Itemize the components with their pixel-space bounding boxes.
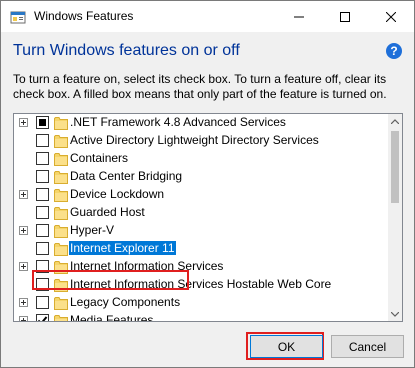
folder-icon [54,279,68,292]
folder-icon [54,315,68,321]
feature-label: Internet Explorer 11 [69,241,176,255]
help-icon[interactable]: ? [386,43,402,59]
feature-row[interactable]: .NET Framework 4.8 Advanced Services [14,114,387,132]
close-button[interactable] [368,1,414,32]
feature-label: Data Center Bridging [70,169,183,183]
cancel-button[interactable]: Cancel [331,335,404,358]
expand-icon[interactable] [19,298,28,307]
minimize-icon [294,16,304,17]
feature-label: Containers [70,151,129,165]
feature-row[interactable]: Containers [14,150,387,168]
feature-row[interactable]: Internet Information Services [14,258,387,276]
feature-row[interactable]: Internet Explorer 11 [14,240,387,258]
feature-row[interactable]: Legacy Components [14,294,387,312]
folder-icon [54,225,68,238]
feature-checkbox[interactable] [36,260,49,273]
feature-checkbox[interactable] [36,170,49,183]
feature-row[interactable]: Device Lockdown [14,186,387,204]
feature-label: Device Lockdown [70,187,165,201]
feature-checkbox[interactable] [36,116,49,129]
expand-icon[interactable] [19,118,28,127]
expand-icon[interactable] [19,226,28,235]
feature-checkbox[interactable] [36,188,49,201]
chevron-up-icon [391,118,399,124]
feature-row[interactable]: Hyper-V [14,222,387,240]
window-title: Windows Features [34,9,134,23]
feature-label: Internet Information Services [70,259,224,273]
dialog-content: Turn Windows features on or off ? To tur… [1,32,414,367]
minimize-button[interactable] [276,1,322,32]
ok-button[interactable]: OK [250,335,323,358]
feature-checkbox[interactable] [36,152,49,165]
maximize-icon [340,11,350,22]
feature-label: .NET Framework 4.8 Advanced Services [70,115,286,129]
folder-icon [54,117,68,130]
feature-row[interactable]: Guarded Host [14,204,387,222]
maximize-button[interactable] [322,1,368,32]
expand-icon[interactable] [19,190,28,199]
feature-checkbox[interactable] [36,134,49,147]
feature-row[interactable]: Active Directory Lightweight Directory S… [14,132,387,150]
folder-icon [54,153,68,166]
feature-label: Guarded Host [70,205,145,219]
expand-icon[interactable] [19,262,28,271]
vertical-scrollbar[interactable] [388,114,402,321]
scroll-up-button[interactable] [388,114,402,128]
scroll-down-button[interactable] [388,307,402,321]
feature-checkbox[interactable] [36,242,49,255]
chevron-down-icon [391,311,399,317]
close-icon [386,11,396,22]
feature-label: Internet Information Services Hostable W… [70,277,332,291]
dialog-heading: Turn Windows features on or off [13,42,240,59]
folder-icon [54,189,68,202]
feature-label: Media Features [70,313,154,322]
folder-icon [54,243,68,256]
scrollbar-thumb[interactable] [391,131,399,203]
title-bar[interactable]: Windows Features [1,1,414,32]
feature-row[interactable]: Data Center Bridging [14,168,387,186]
dialog-description: To turn a feature on, select its check b… [13,72,387,101]
feature-checkbox[interactable] [36,278,49,291]
windows-features-dialog: Windows Features Turn Windows features o… [0,0,415,368]
feature-label: Active Directory Lightweight Directory S… [70,133,319,147]
feature-checkbox[interactable] [36,296,49,309]
folder-icon [54,297,68,310]
feature-label: Hyper-V [70,223,115,237]
folder-icon [54,261,68,274]
folder-icon [54,171,68,184]
feature-row[interactable]: Internet Information Services Hostable W… [14,276,387,294]
features-tree[interactable]: .NET Framework 4.8 Advanced Services Acti… [13,113,403,322]
folder-icon [54,207,68,220]
feature-checkbox[interactable] [36,224,49,237]
feature-checkbox[interactable] [36,206,49,219]
expand-icon[interactable] [19,316,28,321]
feature-row[interactable]: Media Features [14,312,387,322]
windows-features-icon [10,11,26,24]
feature-label: Legacy Components [70,295,181,309]
folder-icon [54,135,68,148]
feature-checkbox[interactable] [36,314,49,321]
